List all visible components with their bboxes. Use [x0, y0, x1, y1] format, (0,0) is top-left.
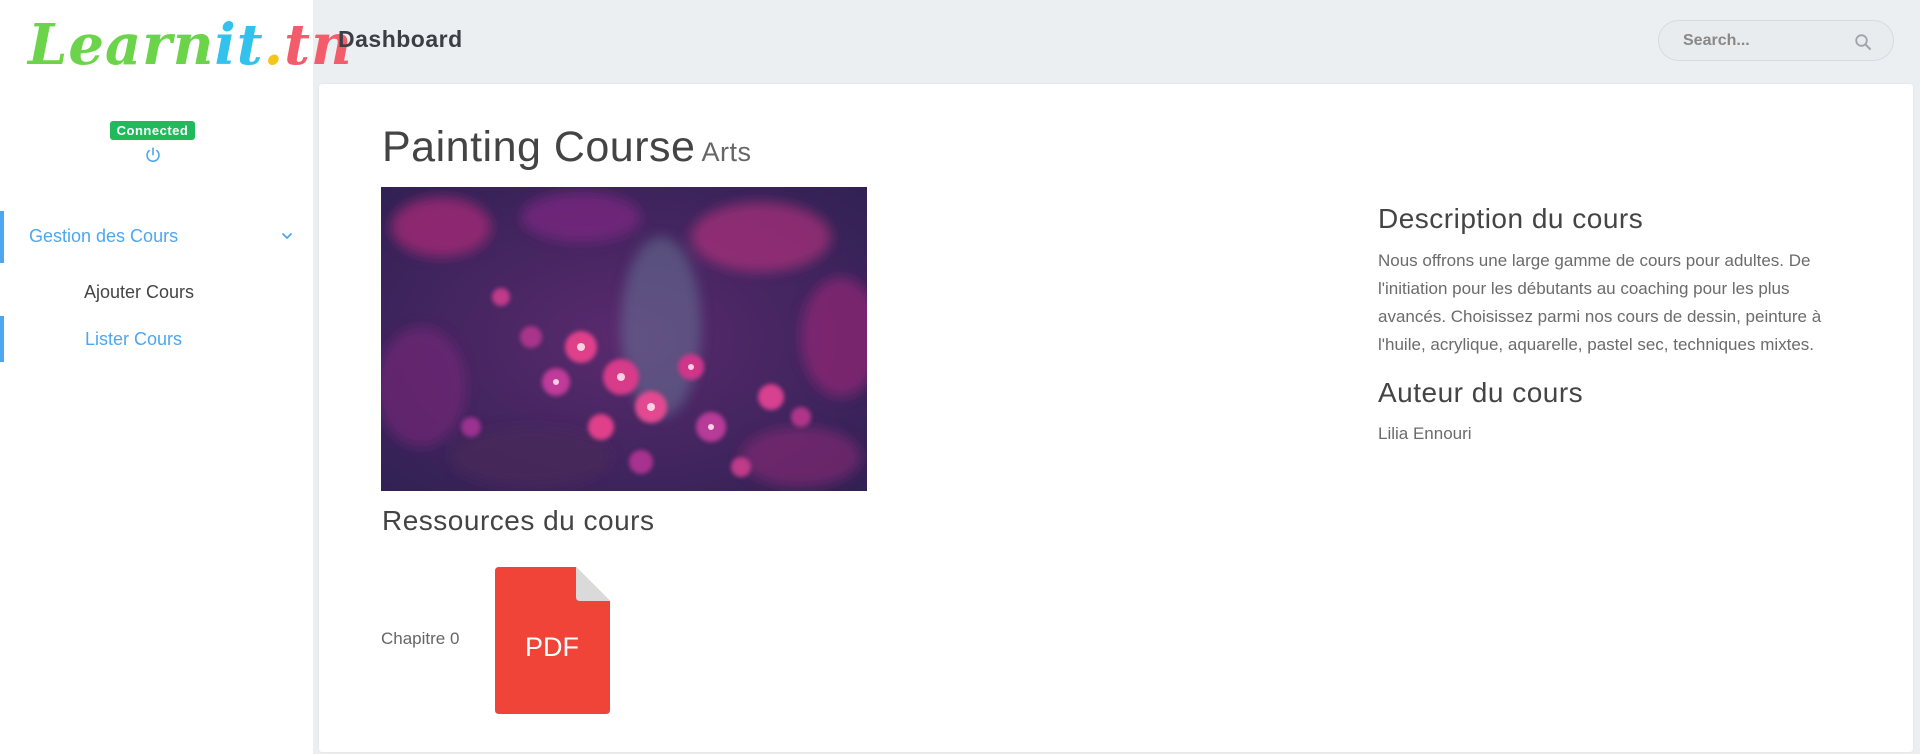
resources-heading: Ressources du cours — [382, 505, 655, 536]
chevron-down-icon — [282, 233, 292, 239]
logo-part-learn: Learn — [28, 12, 215, 78]
search-icon[interactable] — [1854, 33, 1872, 51]
sidebar-group-label: Gestion des Cours — [29, 226, 179, 246]
course-name: Painting Course — [382, 123, 696, 171]
status-badge: Connected — [109, 121, 196, 140]
sidebar: Learnit.tn Connected Gestion des Cours A… — [0, 0, 352, 754]
sidebar-item-ajouter-cours[interactable]: Ajouter Cours — [0, 269, 313, 315]
course-description: Nous offrons une large gamme de cours po… — [1378, 251, 1822, 354]
course-category: Arts — [701, 137, 752, 167]
course-author: Lilia Ennouri — [1378, 424, 1472, 443]
author-heading: Auteur du cours — [1378, 377, 1584, 408]
logo[interactable]: Learnit.tn — [28, 10, 352, 80]
pdf-file-icon[interactable]: PDF — [495, 567, 610, 714]
resource-label: Chapitre 0 — [381, 629, 460, 648]
page-title: Dashboard — [338, 26, 463, 52]
power-icon[interactable] — [144, 146, 162, 164]
course-title: Painting Course Arts — [382, 123, 751, 172]
logo-part-it: it — [214, 12, 264, 78]
search-input[interactable] — [1683, 30, 1843, 52]
logo-part-dot: . — [263, 12, 285, 78]
sidebar-group-gestion-des-cours[interactable]: Gestion des Cours — [0, 211, 313, 263]
description-heading: Description du cours — [1378, 203, 1644, 234]
connection-status: Connected — [0, 121, 305, 140]
search-bar — [1658, 20, 1894, 61]
course-image — [381, 187, 867, 491]
sidebar-item-label: Ajouter Cours — [84, 282, 195, 302]
pdf-file-type: PDF — [525, 632, 579, 662]
sidebar-item-lister-cours[interactable]: Lister Cours — [0, 316, 313, 362]
resource-item: Chapitre 0 PDF — [381, 565, 681, 714]
sidebar-item-label: Lister Cours — [85, 329, 183, 349]
